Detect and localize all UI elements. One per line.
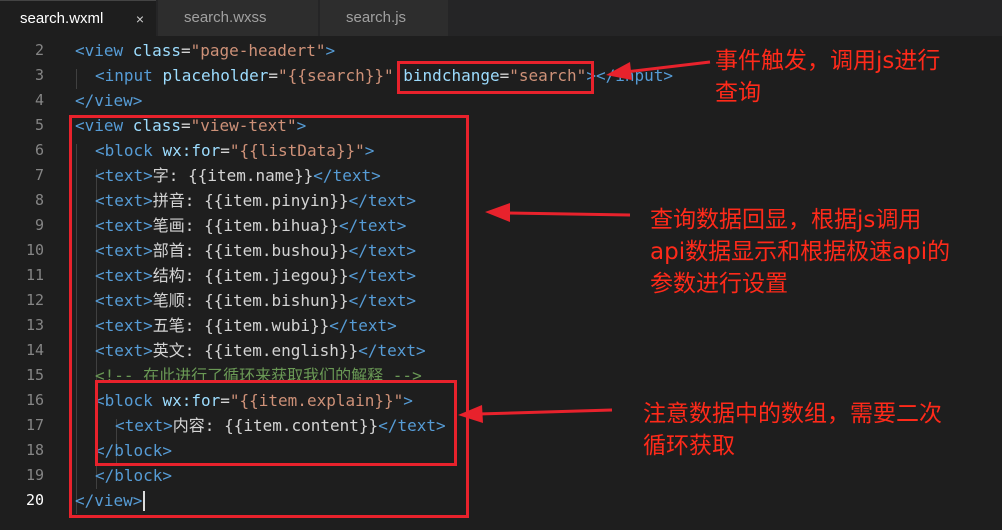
annotation-event-trigger: 事件触发，调用js进行 查询	[715, 45, 940, 109]
annotation-line: 循环获取	[643, 433, 735, 459]
annotation-line: 查询	[715, 80, 761, 106]
arrow-icon	[458, 405, 613, 423]
annotation-line: api数据显示和根据极速api的	[650, 239, 951, 265]
arrow-icon	[485, 203, 631, 222]
arrow-icon	[606, 60, 711, 80]
annotation-data-echo: 查询数据回显，根据js调用 api数据显示和根据极速api的 参数进行设置	[650, 204, 950, 300]
annotation-line: 事件触发，调用js进行	[715, 48, 941, 74]
annotation-line: 注意数据中的数组，需要二次	[643, 401, 942, 427]
annotation-line: 查询数据回显，根据js调用	[650, 207, 922, 233]
annotation-line: 参数进行设置	[650, 271, 788, 297]
annotation-nested-loop: 注意数据中的数组，需要二次 循环获取	[643, 398, 942, 462]
